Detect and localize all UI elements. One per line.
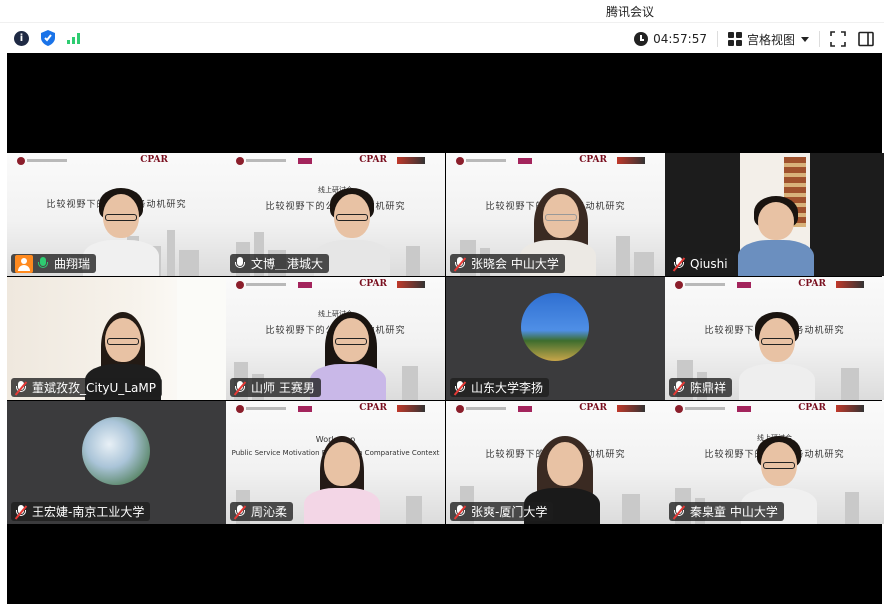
video-tile[interactable]: CPAR 比较视野下的公共服务动机研究 张晓会 中山大学 <box>446 153 665 276</box>
video-tile[interactable]: 王宏婕-南京工业大学 <box>7 401 226 524</box>
video-tile[interactable]: 董斌孜孜_CityU_LaMP <box>7 277 226 400</box>
meeting-toolbar: i 04:57:57 宫格视图 <box>0 22 884 53</box>
participant-name: 山师 王赛男 <box>251 381 315 395</box>
participant-name: 周沁柔 <box>251 505 288 519</box>
mic-muted-icon <box>234 380 246 395</box>
mic-muted-icon <box>15 504 27 519</box>
host-icon <box>15 254 33 273</box>
mic-muted-icon <box>454 256 466 271</box>
nameplate: 张爽-厦门大学 <box>450 502 554 521</box>
participant-name: 秦臬童 中山大学 <box>690 505 778 519</box>
video-tile[interactable]: CPAR 比较视野下的公共服务动机研究 张爽-厦门大学 <box>446 401 665 524</box>
nameplate: 周沁柔 <box>230 502 294 521</box>
participant-name: 张晓会 中山大学 <box>471 257 559 271</box>
participant-name: 文博＿港城大 <box>251 257 324 271</box>
chevron-down-icon <box>801 36 809 42</box>
clock-icon <box>634 32 649 46</box>
mic-muted-icon <box>454 380 466 395</box>
video-tile[interactable]: CPAR 线上研讨会 比较视野下的公共服务动机研究 秦臬童 中山大学 <box>665 401 884 524</box>
nameplate: 王宏婕-南京工业大学 <box>11 502 151 521</box>
mic-muted-icon <box>673 256 685 271</box>
shield-icon[interactable] <box>41 30 55 46</box>
video-tile[interactable]: CPAR 线上研讨会 比较视野下的公共服务动机研究 山师 王赛男 <box>226 277 445 400</box>
sidebar-toggle-icon[interactable] <box>858 31 874 47</box>
info-icon[interactable]: i <box>14 30 29 46</box>
participant-name: Qiushi <box>690 256 728 271</box>
participant-name: 张爽-厦门大学 <box>471 505 548 519</box>
participant-video <box>310 308 386 400</box>
nameplate: 陈鼎祥 <box>669 378 733 397</box>
participant-video <box>304 432 380 524</box>
video-tile[interactable]: 山东大学李扬 <box>446 277 665 400</box>
signal-icon[interactable] <box>67 32 81 44</box>
meeting-timer: 04:57:57 <box>653 32 707 46</box>
nameplate: 山东大学李扬 <box>450 378 550 397</box>
nameplate: 文博＿港城大 <box>230 254 330 273</box>
mic-on-icon <box>234 256 246 271</box>
video-tile[interactable]: CPAR 比较视野下的公共服务动机研究 陈鼎祥 <box>665 277 884 400</box>
participant-video <box>738 153 814 276</box>
nameplate: 秦臬童 中山大学 <box>669 502 784 521</box>
mic-on-icon <box>37 256 49 271</box>
toolbar-divider <box>716 31 718 47</box>
app-title: 腾讯会议 <box>606 5 655 19</box>
participant-name: 曲翔瑞 <box>54 257 91 271</box>
mic-muted-icon <box>15 380 27 395</box>
participant-video <box>314 184 390 276</box>
grid-view-icon <box>727 32 742 46</box>
nameplate: 张晓会 中山大学 <box>450 254 565 273</box>
participant-name: 山东大学李扬 <box>471 381 544 395</box>
participant-name: 董斌孜孜_CityU_LaMP <box>32 381 156 395</box>
toolbar-right: 04:57:57 宫格视图 <box>634 29 874 49</box>
video-stage: CPAR 比较视野下的公共服务动机研究 曲翔瑞 CPAR 线上研讨会 比较视野下… <box>7 53 884 604</box>
view-label: 宫格视图 <box>746 32 795 47</box>
participant-video <box>739 308 815 400</box>
video-tile[interactable]: CPAR 比较视野下的公共服务动机研究 曲翔瑞 <box>7 153 226 276</box>
mic-muted-icon <box>234 504 246 519</box>
title-bar: 腾讯会议 <box>0 0 884 22</box>
participant-avatar <box>82 417 150 485</box>
video-tile[interactable]: CPAR 线上研讨会 比较视野下的公共服务动机研究 文博＿港城大 <box>226 153 445 276</box>
nameplate: 山师 王赛男 <box>230 378 321 397</box>
video-tile[interactable]: Qiushi <box>665 153 884 276</box>
participant-name: 陈鼎祥 <box>690 381 727 395</box>
mic-muted-icon <box>673 504 685 519</box>
participant-video <box>83 184 159 276</box>
nameplate: 曲翔瑞 <box>11 254 97 273</box>
participant-name: 王宏婕-南京工业大学 <box>32 505 145 519</box>
toolbar-left: i <box>14 30 81 46</box>
view-switch-button[interactable]: 宫格视图 <box>727 31 809 48</box>
mic-muted-icon <box>673 380 685 395</box>
participant-avatar <box>521 293 589 361</box>
video-tile[interactable]: CPAR Workshop Public Service Motivation … <box>226 401 445 524</box>
nameplate: Qiushi <box>669 254 734 273</box>
fullscreen-icon[interactable] <box>830 31 846 47</box>
mic-muted-icon <box>454 504 466 519</box>
nameplate: 董斌孜孜_CityU_LaMP <box>11 378 162 397</box>
toolbar-divider <box>819 31 820 47</box>
